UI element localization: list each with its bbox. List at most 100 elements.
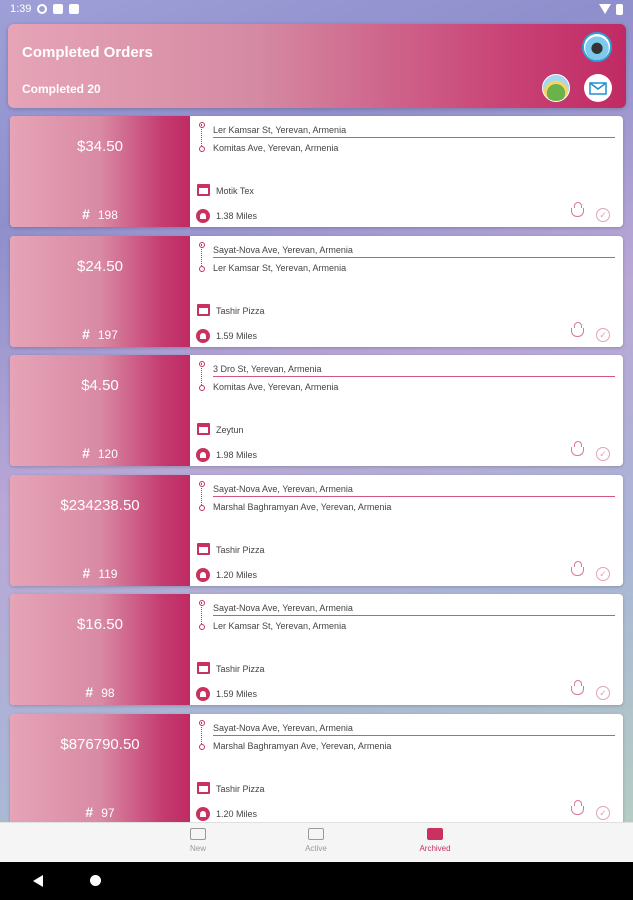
store-icon — [197, 423, 210, 435]
order-price: $234238.50 — [60, 496, 140, 514]
order-number: #120 — [10, 445, 190, 461]
header-banner: Completed Orders Completed 20 — [8, 24, 626, 108]
check-circle-icon[interactable]: ✓ — [596, 566, 610, 581]
page-title: Completed Orders — [22, 44, 153, 61]
pickup-address: Sayat-Nova Ave, Yerevan, Armenia — [213, 244, 353, 255]
settings-status-icon — [37, 4, 48, 14]
hash-icon: # — [85, 684, 94, 700]
order-card[interactable]: $876790.50 #97 Sayat-Nova Ave, Yerevan, … — [10, 713, 623, 825]
completed-count: Completed 20 — [22, 82, 101, 96]
distance-icon — [196, 209, 210, 223]
food-dish-icon[interactable] — [571, 680, 584, 695]
store-icon — [197, 184, 210, 196]
dropoff-pin-icon — [199, 265, 205, 272]
distance: 1.59 Miles — [216, 330, 258, 341]
order-card[interactable]: $234238.50 #119 Sayat-Nova Ave, Yerevan,… — [10, 474, 623, 586]
order-number-value: 98 — [101, 686, 115, 700]
mail-button[interactable] — [584, 74, 612, 102]
price-panel: $876790.50 #97 — [10, 713, 190, 825]
distance: 1.59 Miles — [216, 689, 258, 699]
dropoff-address: Ler Kamsar St, Yerevan, Armenia — [213, 262, 347, 273]
system-nav-bar — [0, 862, 633, 900]
hash-icon: # — [82, 206, 90, 222]
order-number: #97 — [10, 804, 190, 820]
hash-icon: # — [85, 803, 94, 820]
food-dish-icon[interactable] — [571, 799, 584, 815]
store-icon — [197, 303, 210, 316]
order-number: #98 — [10, 684, 190, 700]
pickup-address: Sayat-Nova Ave, Yerevan, Armenia — [213, 483, 353, 494]
store-icon — [197, 781, 210, 794]
dropoff-address: Komitas Ave, Yerevan, Armenia — [213, 382, 339, 392]
back-icon[interactable] — [33, 875, 43, 887]
price-panel: $34.50 #198 — [10, 116, 190, 227]
distance: 1.20 Miles — [216, 569, 258, 580]
store-icon — [197, 662, 210, 674]
hash-icon: # — [82, 564, 91, 581]
address-divider — [213, 137, 615, 138]
store-name: Tashir Pizza — [216, 664, 265, 674]
truck-icon — [190, 828, 206, 840]
nav-new[interactable]: New — [168, 828, 228, 853]
store-icon — [197, 542, 210, 555]
check-circle-icon[interactable]: ✓ — [596, 447, 610, 461]
order-number-value: 119 — [98, 566, 118, 581]
pickup-address: Sayat-Nova Ave, Yerevan, Armenia — [213, 722, 353, 733]
food-dish-icon[interactable] — [571, 321, 584, 337]
dropoff-pin-icon — [199, 504, 205, 511]
nav-archived[interactable]: Archived — [405, 828, 465, 853]
check-circle-icon[interactable]: ✓ — [596, 208, 610, 222]
store-name: Tashir Pizza — [216, 783, 265, 794]
mail-icon — [589, 81, 607, 95]
address-divider — [213, 256, 615, 258]
distance: 1.20 Miles — [216, 808, 258, 819]
pickup-address: Ler Kamsar St, Yerevan, Armenia — [213, 125, 347, 135]
store-name: Tashir Pizza — [216, 544, 265, 555]
distance-icon — [196, 328, 210, 343]
pickup-address: 3 Dro St, Yerevan, Armenia — [213, 364, 322, 374]
user-avatar[interactable] — [542, 74, 570, 102]
hash-icon: # — [82, 445, 90, 461]
map-icon — [308, 828, 324, 840]
dropoff-pin-icon — [199, 743, 205, 750]
order-number: #197 — [10, 326, 190, 342]
bottom-nav: New Active Archived — [0, 822, 633, 862]
nav-new-label: New — [189, 844, 206, 853]
store-name: Motik Tex — [216, 186, 254, 196]
nav-active[interactable]: Active — [286, 828, 346, 853]
order-card[interactable]: $4.50 #120 3 Dro St, Yerevan, Armenia Ko… — [10, 355, 623, 466]
dropoff-address: Komitas Ave, Yerevan, Armenia — [213, 143, 339, 153]
vehicle-avatar[interactable] — [582, 32, 612, 62]
nav-active-label: Active — [305, 844, 327, 853]
food-dish-icon[interactable] — [571, 560, 584, 576]
order-number-value: 97 — [101, 805, 115, 820]
order-card[interactable]: $16.50 #98 Sayat-Nova Ave, Yerevan, Arme… — [10, 594, 623, 705]
check-circle-icon[interactable]: ✓ — [596, 805, 610, 820]
food-dish-icon[interactable] — [571, 202, 584, 217]
order-price: $4.50 — [81, 377, 119, 394]
store-name: Tashir Pizza — [216, 305, 265, 316]
battery-icon — [616, 3, 623, 15]
distance-icon — [196, 567, 210, 582]
order-card[interactable]: $24.50 #197 Sayat-Nova Ave, Yerevan, Arm… — [10, 235, 623, 347]
notification-status-icon — [53, 4, 64, 14]
nav-archived-label: Archived — [419, 844, 451, 853]
address-divider — [213, 615, 615, 616]
order-number-value: 198 — [97, 208, 118, 222]
food-dish-icon[interactable] — [571, 441, 584, 456]
check-circle-icon[interactable]: ✓ — [596, 686, 610, 700]
check-circle-icon[interactable]: ✓ — [596, 327, 610, 342]
address-divider — [213, 734, 615, 736]
hash-icon: # — [82, 325, 90, 342]
order-number: #198 — [10, 206, 190, 222]
wifi-icon — [599, 4, 611, 14]
order-card[interactable]: $34.50 #198 Ler Kamsar St, Yerevan, Arme… — [10, 116, 623, 227]
address-divider — [213, 495, 615, 497]
home-icon[interactable] — [90, 875, 101, 886]
dropoff-address: Marshal Baghramyan Ave, Yerevan, Armenia — [213, 501, 392, 512]
address-divider — [213, 376, 615, 377]
price-panel: $234238.50 #119 — [10, 474, 190, 586]
order-price: $876790.50 — [60, 735, 140, 753]
price-panel: $24.50 #197 — [10, 235, 190, 347]
status-time: 1:39 — [10, 3, 32, 15]
